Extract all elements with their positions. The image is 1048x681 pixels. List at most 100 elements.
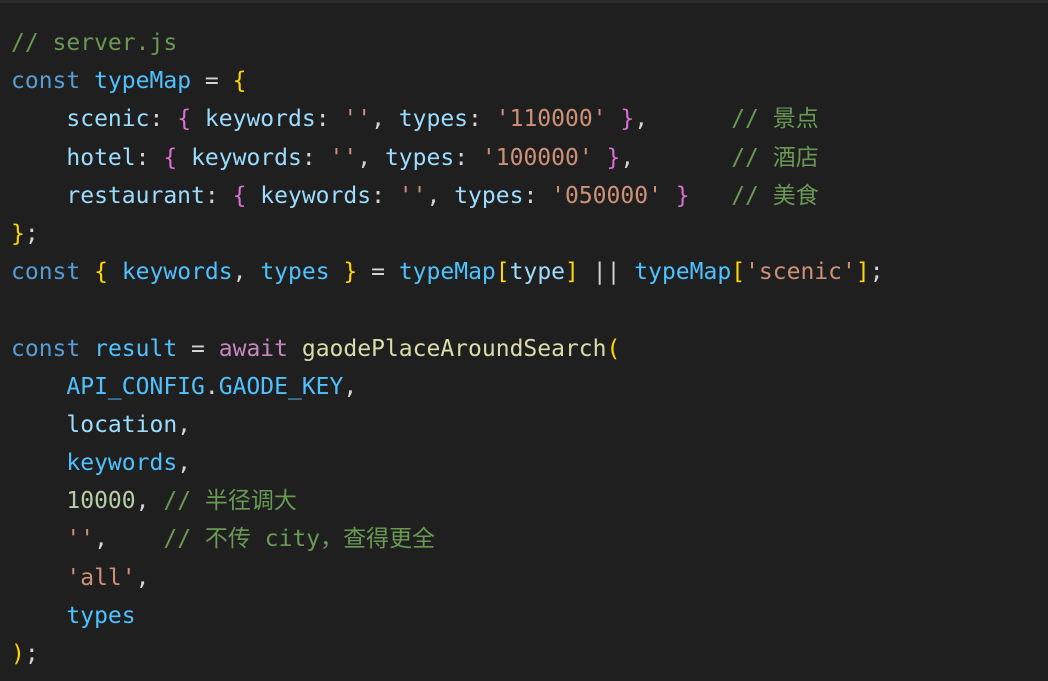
code-token-punct	[593, 145, 607, 171]
code-token-property: keywords	[191, 144, 302, 171]
code-token-number: 10000	[66, 488, 136, 515]
code-line[interactable]: API_CONFIG.GAODE_KEY,	[11, 368, 1041, 406]
code-line[interactable]: 'all',	[11, 559, 1041, 597]
code-token-punct: :	[204, 182, 233, 209]
code-line[interactable]: hotel: { keywords: '', types: '100000' }…	[11, 139, 1041, 177]
code-token-property: keywords	[204, 106, 316, 133]
code-token-brace1: {	[94, 259, 108, 286]
code-token-brace2: {	[177, 106, 192, 133]
code-token-brace2: {	[232, 182, 247, 209]
code-token-property: type	[509, 259, 566, 286]
code-token-property: location	[66, 411, 178, 438]
code-line[interactable]: 10000, // 半径调大	[11, 482, 1041, 520]
code-line[interactable]: const { keywords, types } = typeMap[type…	[11, 253, 1041, 291]
code-token-punct: ;	[24, 220, 39, 247]
code-token-punct	[11, 603, 66, 629]
code-token-punct	[80, 259, 94, 285]
code-token-keyword: const	[11, 335, 81, 362]
code-token-comment: // 不传 city，查得更全	[163, 526, 436, 553]
code-line[interactable]: location,	[11, 406, 1041, 444]
code-token-variable: types	[260, 259, 330, 286]
code-token-punct	[607, 106, 621, 132]
code-token-punct: =	[177, 335, 219, 362]
code-token-property: types	[454, 182, 524, 209]
code-token-variable: typeMap	[398, 259, 496, 286]
code-token-punct: :	[149, 106, 178, 133]
code-token-brace2: }	[606, 144, 621, 171]
code-token-brace2: }	[620, 106, 635, 133]
code-token-comment: // server.js	[11, 30, 178, 56]
code-line[interactable]: );	[11, 635, 1041, 673]
code-token-variable: typeMap	[634, 259, 732, 286]
code-token-punct: :	[371, 182, 399, 209]
code-token-variable: keywords	[66, 450, 178, 477]
code-line[interactable]: scenic: { keywords: '', types: '110000' …	[11, 100, 1041, 138]
code-line[interactable]: const typeMap = {	[11, 62, 1041, 100]
code-token-punct: :	[468, 106, 496, 133]
code-token-punct	[330, 259, 344, 285]
code-token-string: '100000'	[481, 144, 593, 171]
code-token-string: ''	[398, 182, 427, 209]
code-token-property: types	[398, 106, 469, 133]
code-line[interactable]: const result = await gaodePlaceAroundSea…	[11, 330, 1041, 368]
code-line[interactable]: // server.js	[11, 24, 1041, 62]
code-token-punct: ;	[24, 641, 39, 667]
code-token-brace1: }	[11, 220, 25, 247]
code-token-punct	[80, 336, 94, 362]
code-token-punct: ,	[620, 144, 732, 171]
code-token-punct	[662, 183, 676, 209]
code-editor[interactable]: // server.js const typeMap = { scenic: { …	[11, 24, 1041, 673]
code-token-comment: // 半径调大	[163, 488, 297, 515]
code-token-brace1: }	[343, 259, 358, 286]
code-token-property: types	[384, 144, 455, 171]
editor-top-border	[0, 0, 1048, 3]
code-token-punct: ,	[135, 564, 150, 591]
code-token-brace1: (	[606, 335, 621, 362]
code-token-punct	[11, 106, 66, 132]
code-token-keyword: const	[11, 68, 81, 95]
code-line[interactable]: restaurant: { keywords: '', types: '0500…	[11, 177, 1041, 215]
code-token-variable: GAODE_KEY	[218, 373, 344, 400]
code-token-punct	[11, 565, 66, 591]
code-token-punct	[11, 145, 66, 171]
code-token-string: '110000'	[495, 106, 607, 133]
code-token-variable: types	[66, 602, 136, 629]
code-token-punct	[11, 450, 66, 476]
code-token-punct: :	[454, 144, 482, 171]
code-token-brace1: )	[11, 641, 25, 667]
code-token-punct	[246, 183, 260, 209]
code-token-punct: ,	[634, 106, 732, 133]
code-line[interactable]: types	[11, 597, 1041, 635]
code-line[interactable]: '', // 不传 city，查得更全	[11, 520, 1041, 558]
code-token-string: ''	[66, 526, 95, 553]
code-token-punct: :	[135, 144, 164, 171]
code-token-punct: ||	[578, 259, 635, 286]
code-token-punct	[11, 183, 66, 209]
code-line[interactable]: keywords,	[11, 444, 1041, 482]
code-token-punct	[11, 526, 66, 552]
code-token-comment: // 景点	[731, 106, 819, 133]
code-token-brace1: [	[495, 259, 510, 286]
code-token-punct: ,	[177, 450, 192, 477]
code-token-string: 'all'	[66, 564, 136, 591]
code-token-punct	[191, 106, 205, 132]
code-token-punct	[690, 183, 732, 209]
code-token-punct: :	[301, 144, 330, 171]
code-token-property: scenic	[66, 106, 150, 133]
code-token-punct: ;	[869, 259, 884, 286]
code-line[interactable]: };	[11, 215, 1041, 253]
code-token-string: 'scenic'	[745, 259, 856, 286]
code-token-brace2: }	[675, 182, 690, 209]
code-token-variable: API_CONFIG	[66, 373, 205, 400]
code-token-punct	[288, 336, 302, 362]
code-token-brace2: {	[163, 144, 178, 171]
code-token-punct	[11, 412, 66, 438]
code-token-punct: ,	[371, 106, 399, 133]
code-line[interactable]	[11, 291, 1041, 329]
code-token-property: keywords	[260, 182, 372, 209]
code-token-func: gaodePlaceAroundSearch	[301, 335, 607, 362]
code-token-property: hotel	[66, 144, 136, 171]
code-token-punct: =	[357, 259, 399, 286]
code-token-comment: // 美食	[731, 182, 819, 209]
code-token-string: '050000'	[551, 182, 662, 209]
